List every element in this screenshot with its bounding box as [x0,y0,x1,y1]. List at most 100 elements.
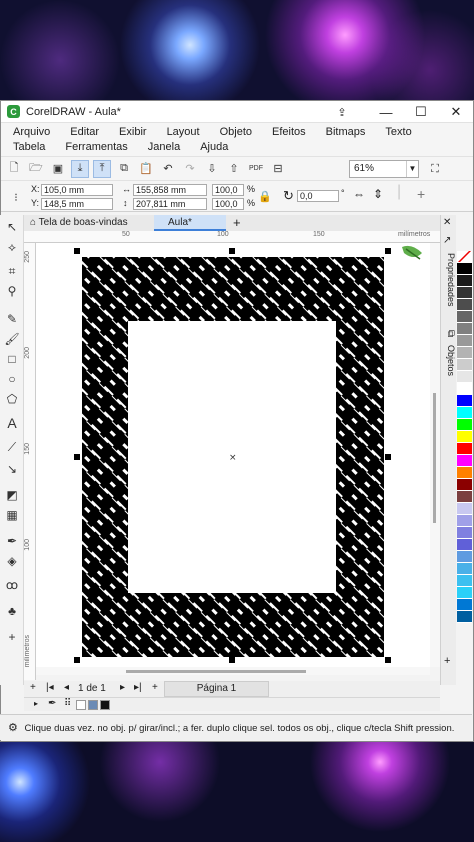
freehand-tool-icon[interactable]: ✎ [4,311,20,327]
add-tab-button[interactable]: + [227,215,243,231]
undo-icon[interactable]: ↶ [159,160,177,178]
swatch-none[interactable] [76,700,86,710]
pick-tool-icon[interactable]: ↖ [4,219,20,235]
full-screen-icon[interactable]: ⛶ [426,160,444,178]
color-swatch[interactable] [457,419,472,431]
artistic-media-icon[interactable]: 🖌 [4,331,20,347]
pdf-icon[interactable]: PDF [247,160,265,178]
color-swatch[interactable] [457,443,472,455]
swatch-blue[interactable] [88,700,98,710]
color-swatch[interactable] [457,599,472,611]
selection-handle[interactable] [385,657,391,663]
import-icon[interactable]: ⤓ [71,159,89,178]
vertical-scroll-thumb[interactable] [433,393,436,523]
color-swatch[interactable] [457,311,472,323]
color-swatch[interactable] [457,455,472,467]
woven-frame-artwork[interactable]: × [36,243,430,667]
rectangle-tool-icon[interactable]: □ [4,351,20,367]
horizontal-scrollbar[interactable] [36,667,430,675]
zoom-tool-icon[interactable]: ⚲ [4,283,20,299]
docker-tab-properties[interactable]: Propriedades [442,253,456,307]
smart-fill-icon[interactable]: ꝏ [4,577,20,593]
mirror-vertical-icon[interactable]: ⇕ [373,187,383,201]
menu-objeto[interactable]: Objeto [220,126,252,138]
open-folder-icon[interactable]: 🗁 [27,160,45,178]
connector-tool-icon[interactable]: ↘ [4,461,20,477]
add-page-before-icon[interactable]: + [30,682,36,693]
color-swatch[interactable] [457,395,472,407]
polygon-tool-icon[interactable]: ⬠ [4,391,20,407]
palette-drag-icon[interactable]: ⠿ [64,698,71,709]
menu-texto[interactable]: Texto [385,126,411,138]
drawing-canvas[interactable]: × [36,243,430,667]
object-origin-icon[interactable]: ⁝ [7,188,25,206]
eyedropper-small-icon[interactable]: ✒ [48,698,56,709]
color-swatch[interactable] [457,491,472,503]
redo-icon[interactable]: ↷ [181,160,199,178]
close-button[interactable]: ✕ [441,101,471,123]
color-swatch[interactable] [457,359,472,371]
zoom-level-select[interactable]: 61% ▼ [349,160,419,178]
docker-objects-icon[interactable]: ⧉ [442,330,456,337]
color-swatch[interactable] [457,371,472,383]
color-swatch[interactable] [457,263,472,275]
menu-janela[interactable]: Janela [148,141,180,153]
add-preset-icon[interactable]: + [417,186,425,202]
menu-ajuda[interactable]: Ajuda [200,141,228,153]
lock-ratio-icon[interactable]: 🔒 [258,190,272,203]
menu-exibir[interactable]: Exibir [119,126,147,138]
hints-leaf-icon[interactable] [400,243,426,263]
docker-tab-objects[interactable]: Objetos [442,345,456,376]
x-position-field[interactable]: 105,0 mm [41,184,113,196]
color-swatch[interactable] [457,563,472,575]
drop-shadow-icon[interactable]: ◩ [4,487,20,503]
color-swatch[interactable] [457,383,472,395]
menu-bitmaps[interactable]: Bitmaps [326,126,366,138]
color-swatch[interactable] [457,611,472,623]
color-swatch[interactable] [457,431,472,443]
vertical-scrollbar[interactable] [430,243,440,667]
lock-icon[interactable]: ⊟ [269,160,287,178]
scale-height-field[interactable]: 100,0 [212,198,244,210]
minimize-button[interactable]: — [371,101,401,123]
eyedropper-icon[interactable]: ✒ [4,533,20,549]
export-icon[interactable]: ⤒ [93,159,111,178]
color-swatch[interactable] [457,575,472,587]
color-swatch[interactable] [457,467,472,479]
copy-icon[interactable]: ⧉ [115,160,133,178]
first-page-icon[interactable]: |◂ [46,682,54,693]
menu-tabela[interactable]: Tabela [13,141,45,153]
menu-ferramentas[interactable]: Ferramentas [65,141,127,153]
close-docker-icon[interactable]: ✕ [443,217,451,228]
add-tool-icon[interactable]: + [4,629,20,645]
horizontal-scroll-thumb[interactable] [126,670,306,673]
mirror-horizontal-icon[interactable]: ⇔ [353,187,365,201]
text-tool-icon[interactable]: A [4,415,20,431]
ellipse-tool-icon[interactable]: ○ [4,371,20,387]
paste-icon[interactable]: 📋 [137,160,155,178]
add-page-after-icon[interactable]: + [152,682,158,693]
color-swatch[interactable] [457,407,472,419]
selection-handle[interactable] [385,248,391,254]
swatch-black[interactable] [100,700,110,710]
color-swatch[interactable] [457,299,472,311]
menu-editar[interactable]: Editar [70,126,99,138]
color-swatch[interactable] [457,479,472,491]
shape-tool-icon[interactable]: ⟡ [4,239,20,255]
height-field[interactable]: 207,811 mm [133,198,207,210]
docker-add-icon[interactable]: + [444,655,450,667]
selection-handle[interactable] [229,248,235,254]
y-position-field[interactable]: 148,5 mm [41,198,113,210]
maximize-button[interactable]: ☐ [406,101,436,123]
scale-width-field[interactable]: 100,0 [212,184,244,196]
transparency-icon[interactable]: ▦ [4,507,20,523]
status-gear-icon[interactable]: ⚙ [8,722,18,734]
color-swatch[interactable] [457,335,472,347]
parallel-dimension-icon[interactable]: ⟋ [4,439,20,455]
selection-handle[interactable] [74,248,80,254]
interactive-fill-icon[interactable]: ◈ [4,553,20,569]
next-page-icon[interactable]: ▸ [120,682,125,693]
selection-handle[interactable] [74,454,80,460]
color-swatch[interactable] [457,287,472,299]
previous-page-icon[interactable]: ◂ [64,682,69,693]
